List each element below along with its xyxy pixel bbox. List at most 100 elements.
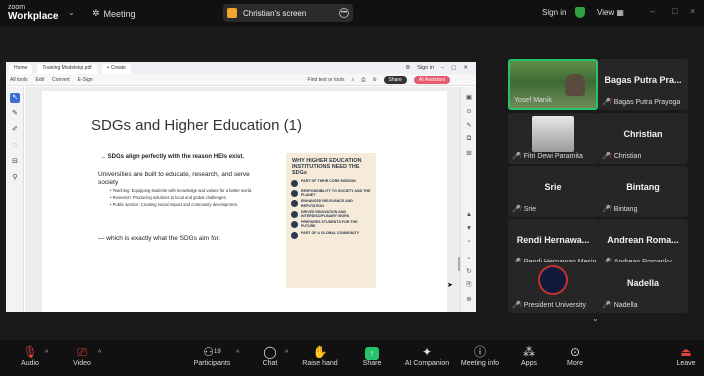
close-icon[interactable]: × — [690, 6, 695, 16]
scroll-down-icon[interactable]: ⌄ — [464, 253, 474, 261]
lasso-tool-icon[interactable]: ◌ — [10, 141, 20, 151]
scroll-up-icon[interactable]: ⌃ — [464, 239, 474, 247]
comment-tool-icon[interactable]: ✎ — [10, 109, 20, 119]
minimize-icon[interactable]: – — [650, 6, 655, 16]
audio-label: Audio — [21, 360, 39, 367]
menu-all-tools[interactable]: All tools — [10, 77, 28, 83]
zoom-in-icon[interactable]: ⊕ — [464, 295, 474, 303]
hand-icon: ✋ — [312, 345, 328, 359]
mic-muted-icon: 🎤̸ — [602, 153, 611, 160]
edit-icon[interactable]: ✎ — [464, 121, 474, 129]
ai-assistant-button[interactable]: AI Assistant — [413, 75, 450, 84]
participant-name: 🎤̸ President University — [512, 301, 586, 310]
attach-icon[interactable]: ⊞ — [464, 149, 474, 157]
browser-sign-in[interactable]: Sign in — [417, 65, 434, 71]
meeting-menu[interactable]: ✲ Meeting — [92, 8, 136, 19]
participant-tile[interactable]: Srie 🎤̸ Srie — [508, 166, 598, 217]
chevron-up-icon[interactable]: ^ — [236, 350, 239, 357]
participant-tile[interactable]: Bagas Putra Pra... 🎤̸ Bagas Putra Prayoga — [598, 59, 688, 110]
sign-in-link[interactable]: Sign in — [542, 8, 566, 17]
chevron-up-icon[interactable]: ^ — [45, 350, 48, 357]
mic-muted-icon: 🎤̸ — [512, 302, 521, 309]
cursor-tool-icon[interactable]: ↖ — [10, 93, 20, 103]
participant-name-text: President University — [523, 301, 586, 309]
apps-button[interactable]: ⁂ Apps — [517, 344, 541, 367]
stamp-tool-icon[interactable]: ⚲ — [10, 173, 20, 183]
chevron-down-icon[interactable]: ⌄ — [68, 8, 75, 17]
participant-tile[interactable]: 🎤̸ Fitri Dewi Paramita — [508, 113, 598, 164]
find-text-input[interactable]: Find text or tools — [308, 77, 345, 83]
search-icon[interactable]: ⌕ — [352, 77, 355, 83]
share-icon: ↑ — [358, 344, 386, 360]
chat-button[interactable]: ◯ Chat — [258, 344, 282, 367]
menu-esign[interactable]: E-Sign — [78, 77, 93, 83]
ai-companion-button[interactable]: ✦ AI Companion — [402, 344, 452, 367]
audio-button[interactable]: 🎙 Audio — [16, 344, 44, 367]
close-icon[interactable]: ✕ — [463, 65, 468, 71]
participant-name-text: Yosef Manik — [514, 97, 552, 104]
participant-tile[interactable]: Yosef Manik — [508, 59, 598, 110]
browser-window-controls: ⚙ Sign in – ▢ ✕ — [405, 65, 476, 71]
minimize-icon[interactable]: – — [441, 65, 444, 71]
pdf-share-button[interactable]: Share — [383, 75, 407, 84]
chevron-up-icon[interactable]: ^ — [285, 350, 288, 357]
mic-muted-icon: 🎤̸ — [512, 206, 521, 213]
meeting-label: Meeting — [103, 8, 136, 19]
participants-button[interactable]: ⚇19 Participants — [190, 344, 234, 367]
sparkle-icon: ✦ — [421, 345, 433, 359]
meeting-info-button[interactable]: ⓘ Meeting info — [458, 344, 502, 367]
video-off-icon: ⎚ — [77, 345, 87, 359]
menu-convert[interactable]: Convert — [52, 77, 70, 83]
chevron-up-icon[interactable]: ^ — [98, 350, 101, 357]
participant-name-text: Bagas Putra Prayoga — [613, 98, 681, 106]
share-label: Share — [362, 360, 382, 367]
leave-icon: ⏏ — [680, 345, 692, 359]
link-icon[interactable]: ⊘ — [372, 77, 376, 83]
brand-line2: Workplace — [8, 11, 59, 22]
tab-home[interactable]: Home — [9, 64, 33, 74]
screen-share-banner[interactable]: Christian's screen ••• — [223, 4, 353, 22]
more-icon[interactable]: ••• — [339, 8, 349, 18]
video-button[interactable]: ⎚ Video — [68, 344, 96, 367]
participant-tile[interactable]: 🎤̸ President University — [508, 262, 598, 313]
maximize-icon[interactable]: □ — [672, 6, 677, 16]
pages-icon[interactable]: ⧉ — [464, 135, 474, 143]
tab-create[interactable]: + Create — [101, 64, 131, 74]
more-button[interactable]: ⊙ More — [563, 344, 587, 367]
share-button[interactable]: ↑ Share — [358, 344, 386, 367]
tab-pdf[interactable]: Training Modelekp.pdf — [37, 64, 97, 74]
participant-tile[interactable]: Christian 🎤̸ Christian — [598, 113, 688, 164]
leave-button[interactable]: ⏏ Leave — [674, 344, 698, 367]
page-up-icon[interactable]: ▲ — [464, 211, 474, 218]
infographic-row-text: ENHANCED RELEVANCE AND REPUTATION — [301, 199, 353, 208]
menu-edit[interactable]: Edit — [36, 77, 45, 83]
infographic-row-text: PREPARES STUDENTS FOR THE FUTURE — [301, 220, 358, 229]
slide-closing-line: — which is exactly what the SDGs aim for… — [98, 235, 221, 242]
participant-tile[interactable]: Bintang 🎤̸ Bintang — [598, 166, 688, 217]
page-down-icon[interactable]: ▼ — [464, 225, 474, 232]
participant-name: 🎤̸ Nadella — [602, 301, 637, 310]
print-icon[interactable]: ⎙ — [361, 77, 365, 83]
comment-icon[interactable]: ▣ — [464, 93, 474, 101]
settings-icon[interactable]: ⚙ — [405, 65, 410, 71]
browser-tab-bar: Home Training Modelekp.pdf + Create ⚙ Si… — [6, 62, 476, 74]
pdf-document-area[interactable]: SDGs and Higher Education (1) → SDGs ali… — [25, 87, 460, 312]
infographic-row: ENHANCED RELEVANCE AND REPUTATION — [286, 198, 376, 208]
highlight-tool-icon[interactable]: ✐ — [10, 125, 20, 135]
bookmark-icon[interactable]: ⊙ — [464, 107, 474, 115]
participant-tile[interactable]: Nadella 🎤̸ Nadella — [598, 262, 688, 313]
participant-display-name: Rendi Hernawa... — [516, 235, 590, 245]
shield-icon[interactable] — [575, 7, 585, 18]
participant-name-text: Srie — [523, 205, 537, 213]
mission-icon — [291, 180, 298, 187]
infographic-row-text: PART OF THEIR CORE MISSION — [301, 179, 356, 183]
rotate-icon[interactable]: ↻ — [464, 267, 474, 275]
save-icon[interactable]: ⎘ — [464, 281, 474, 289]
list-item: • Research: Producing solutions to local… — [110, 195, 227, 201]
raise-hand-button[interactable]: ✋ Raise hand — [300, 344, 340, 367]
list-item: • Public service: Creating social impact… — [110, 202, 238, 208]
chevron-down-icon[interactable]: ⌄ — [592, 314, 599, 323]
text-tool-icon[interactable]: ⊟ — [10, 157, 20, 167]
maximize-icon[interactable]: ▢ — [451, 65, 456, 71]
view-button[interactable]: View ▦ — [597, 8, 624, 17]
